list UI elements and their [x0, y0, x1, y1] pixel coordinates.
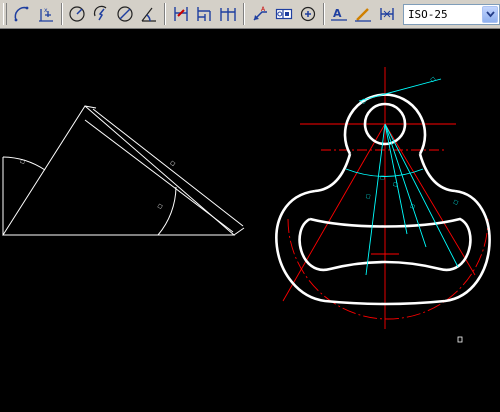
toolbar-separator [243, 3, 246, 25]
canvas-background [0, 29, 500, 412]
chevron-down-icon[interactable] [482, 5, 499, 23]
dimension-baseline-icon[interactable] [194, 3, 216, 25]
quick-leader-icon[interactable]: A [249, 3, 271, 25]
quick-dimension-icon[interactable] [170, 3, 192, 25]
drawing-canvas[interactable]: □ □ □ □ □ □ □ □ □ □ [0, 29, 500, 412]
svg-text:A: A [333, 7, 342, 20]
dimension-angular-icon[interactable] [138, 3, 160, 25]
center-mark-icon[interactable] [297, 3, 319, 25]
tolerance-icon[interactable] [273, 3, 295, 25]
toolbar-separator [322, 3, 325, 25]
toolbar-separator [60, 3, 63, 25]
dimension-ordinate-icon[interactable]: x [35, 3, 57, 25]
dimension-toolbar: x A A ISO-25 [0, 0, 500, 29]
dimension-text-edit-icon[interactable] [352, 3, 374, 25]
dimension-continue-icon[interactable] [217, 3, 239, 25]
toolbar-separator [163, 3, 166, 25]
svg-text:x: x [44, 7, 48, 14]
svg-text:□: □ [380, 175, 385, 181]
toolbar-grip[interactable] [3, 3, 7, 25]
dimension-radius-icon[interactable] [67, 3, 89, 25]
dimension-edit-icon[interactable]: A [329, 3, 351, 25]
dimstyle-select[interactable]: ISO-25 [402, 3, 500, 25]
dimstyle-value: ISO-25 [407, 7, 448, 21]
dimension-diameter-icon[interactable] [114, 3, 136, 25]
dimension-arc-icon[interactable] [11, 3, 33, 25]
dimension-jogged-icon[interactable] [90, 3, 112, 25]
dimension-update-icon[interactable] [376, 3, 398, 25]
